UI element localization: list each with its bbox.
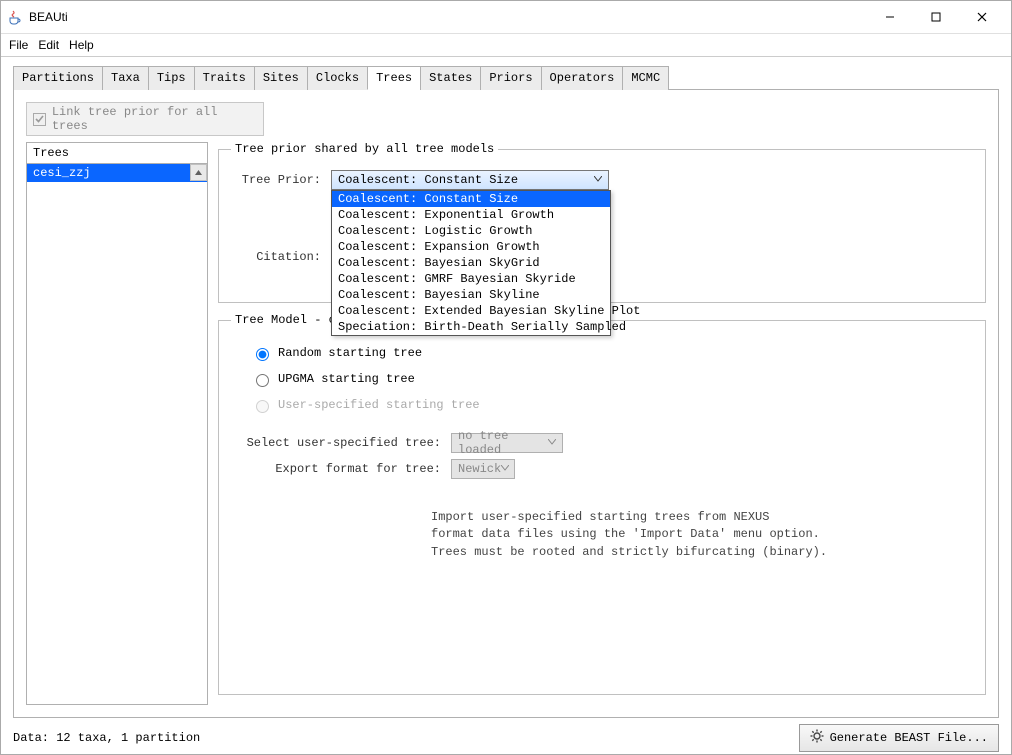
user-tree-label: Select user-specified tree: — [231, 436, 441, 450]
user-tree-combobox: no tree loaded — [451, 433, 563, 453]
radio-input[interactable] — [256, 374, 269, 387]
tree-prior-option[interactable]: Coalescent: Constant Size — [332, 191, 610, 207]
trees-list-panel: Trees cesi_zzj — [26, 142, 208, 705]
radio-user-starting-tree: User-specified starting tree — [251, 397, 973, 413]
radio-random-starting-tree[interactable]: Random starting tree — [251, 345, 973, 361]
chevron-down-icon — [548, 438, 556, 448]
content-area: Partitions Taxa Tips Traits Sites Clocks… — [1, 57, 1011, 722]
radio-label: Random starting tree — [278, 346, 422, 360]
tab-tips[interactable]: Tips — [148, 66, 195, 90]
tab-traits[interactable]: Traits — [194, 66, 255, 90]
generate-button-label: Generate BEAST File... — [830, 731, 988, 745]
hint-line: Import user-specified starting trees fro… — [431, 510, 769, 524]
tree-prior-legend: Tree prior shared by all tree models — [231, 142, 498, 156]
java-cup-icon — [7, 9, 23, 25]
status-text: Data: 12 taxa, 1 partition — [13, 731, 200, 745]
titlebar: BEAUti — [1, 1, 1011, 34]
statusbar: Data: 12 taxa, 1 partition Generate BEAS… — [1, 722, 1011, 754]
chevron-down-icon — [501, 464, 509, 474]
tree-prior-option[interactable]: Coalescent: Logistic Growth — [332, 223, 610, 239]
hint-line: format data files using the 'Import Data… — [431, 527, 820, 541]
tab-trees[interactable]: Trees — [367, 66, 421, 90]
radio-input — [256, 400, 269, 413]
beauti-window: BEAUti File Edit Help Partitions Taxa Ti… — [0, 0, 1012, 755]
tree-prior-combobox[interactable]: Coalescent: Constant Size — [331, 170, 609, 190]
window-controls — [867, 2, 1005, 32]
link-tree-prior-checkbox[interactable]: Link tree prior for all trees — [26, 102, 264, 136]
close-button[interactable] — [959, 2, 1005, 32]
tab-mcmc[interactable]: MCMC — [622, 66, 669, 90]
gear-icon — [810, 729, 824, 747]
tab-partitions[interactable]: Partitions — [13, 66, 103, 90]
menubar: File Edit Help — [1, 34, 1011, 57]
tree-prior-option[interactable]: Coalescent: Bayesian Skyline — [332, 287, 610, 303]
tree-prior-option[interactable]: Speciation: Birth-Death Serially Sampled — [332, 319, 610, 335]
tree-prior-group: Tree prior shared by all tree models Tre… — [218, 142, 986, 303]
user-tree-value: no tree loaded — [458, 429, 548, 457]
trees-list-header: Trees — [27, 143, 207, 164]
tab-strip: Partitions Taxa Tips Traits Sites Clocks… — [13, 65, 999, 90]
tab-clocks[interactable]: Clocks — [307, 66, 368, 90]
generate-beast-file-button[interactable]: Generate BEAST File... — [799, 724, 999, 752]
radio-label: User-specified starting tree — [278, 398, 480, 412]
tree-prior-option[interactable]: Coalescent: Extended Bayesian Skyline Pl… — [332, 303, 610, 319]
tree-model-legend: Tree Model - c — [231, 313, 340, 327]
trees-config-panel: Tree prior shared by all tree models Tre… — [218, 142, 986, 705]
export-format-label: Export format for tree: — [231, 462, 441, 476]
menu-edit[interactable]: Edit — [38, 38, 59, 52]
tree-model-group: Tree Model - c Random starting tree UPGM… — [218, 313, 986, 695]
tree-prior-option[interactable]: Coalescent: GMRF Bayesian Skyride — [332, 271, 610, 287]
checkmark-icon — [33, 113, 46, 126]
trees-list-item[interactable]: cesi_zzj — [27, 164, 207, 182]
export-format-combobox: Newick — [451, 459, 515, 479]
link-tree-prior-label: Link tree prior for all trees — [52, 105, 257, 133]
tab-taxa[interactable]: Taxa — [102, 66, 149, 90]
maximize-button[interactable] — [913, 2, 959, 32]
window-title: BEAUti — [29, 10, 68, 24]
minimize-button[interactable] — [867, 2, 913, 32]
export-format-value: Newick — [458, 462, 501, 476]
tree-prior-option[interactable]: Coalescent: Expansion Growth — [332, 239, 610, 255]
tree-prior-option[interactable]: Coalescent: Exponential Growth — [332, 207, 610, 223]
tab-priors[interactable]: Priors — [480, 66, 541, 90]
hint-line: Trees must be rooted and strictly bifurc… — [431, 545, 827, 559]
tab-sites[interactable]: Sites — [254, 66, 308, 90]
chevron-down-icon — [594, 175, 602, 185]
trees-list[interactable]: cesi_zzj — [27, 164, 207, 704]
tree-prior-option[interactable]: Coalescent: Bayesian SkyGrid — [332, 255, 610, 271]
trees-tab-panel: Link tree prior for all trees Trees cesi… — [13, 90, 999, 718]
citation-label: Citation: — [201, 250, 321, 264]
tab-states[interactable]: States — [420, 66, 481, 90]
tab-operators[interactable]: Operators — [541, 66, 624, 90]
radio-upgma-starting-tree[interactable]: UPGMA starting tree — [251, 371, 973, 387]
tree-prior-value: Coalescent: Constant Size — [338, 173, 518, 187]
radio-input[interactable] — [256, 348, 269, 361]
tree-prior-dropdown[interactable]: Coalescent: Constant Size Coalescent: Ex… — [331, 190, 611, 336]
tree-prior-label: Tree Prior: — [201, 173, 321, 187]
menu-help[interactable]: Help — [69, 38, 94, 52]
radio-label: UPGMA starting tree — [278, 372, 415, 386]
menu-file[interactable]: File — [9, 38, 28, 52]
import-hint: Import user-specified starting trees fro… — [431, 509, 973, 561]
